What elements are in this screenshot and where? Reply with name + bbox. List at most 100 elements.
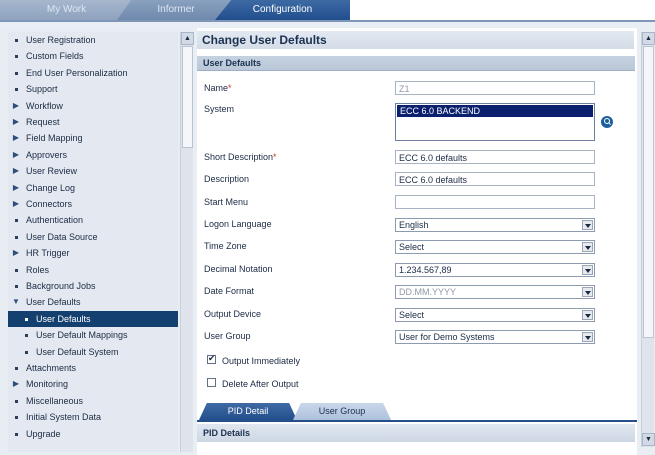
chevron-right-icon[interactable]: ▶ xyxy=(12,245,20,261)
sidebar-item-label: User Registration xyxy=(26,35,96,45)
tab-label: My Work xyxy=(46,4,87,15)
sidebar-item-label: End User Personalization xyxy=(26,67,128,78)
delete-after-output-checkbox[interactable] xyxy=(207,378,216,387)
output-immediately-checkbox[interactable] xyxy=(207,353,216,364)
chevron-right-icon[interactable]: ▶ xyxy=(12,163,20,179)
select-value: Select xyxy=(399,310,425,320)
sidebar-item-label: Miscellaneous xyxy=(26,395,84,406)
search-icon[interactable] xyxy=(601,116,613,128)
sidebar-item[interactable]: ▶ Approvers xyxy=(8,147,178,163)
chevron-right-icon[interactable]: ▶ xyxy=(12,180,20,196)
top-tab-bar: My Work Informer Configuration xyxy=(0,0,655,22)
main-scrollbar[interactable]: ▲ ▼ xyxy=(641,32,655,447)
sidebar-item[interactable]: ▶ Change Log xyxy=(8,180,178,196)
sidebar-item[interactable]: ▶ Workflow xyxy=(8,98,178,114)
sidebar-item[interactable]: Upgrade xyxy=(8,426,178,442)
scroll-down-icon[interactable]: ▼ xyxy=(642,433,655,446)
output-device-select[interactable]: Select xyxy=(395,308,595,322)
sidebar-item[interactable]: User Data Source xyxy=(8,229,178,245)
sidebar-item[interactable]: Custom Fields xyxy=(8,48,178,64)
short-description-label: Short Description* xyxy=(204,152,277,162)
sidebar-item[interactable]: ▶ User Review xyxy=(8,163,178,179)
bullet-icon xyxy=(15,88,18,92)
output-immediately-label: Output Immediately xyxy=(222,356,301,366)
system-option[interactable]: ECC 6.0 BACKEND xyxy=(397,105,593,117)
sidebar-item[interactable]: ▼ User Defaults xyxy=(8,294,178,310)
chevron-right-icon[interactable]: ▶ xyxy=(12,114,20,130)
sidebar-item[interactable]: User Defaults xyxy=(8,310,178,327)
sidebar-item[interactable]: End User Personalization xyxy=(8,65,178,81)
tab-label: Configuration xyxy=(252,4,313,15)
main-scroll-thumb[interactable] xyxy=(643,46,654,338)
sidebar-item[interactable]: ▶ Monitoring xyxy=(8,376,178,392)
chevron-down-icon[interactable] xyxy=(582,332,593,342)
time-zone-select[interactable]: Select xyxy=(395,240,595,254)
sidebar-item[interactable]: Roles xyxy=(8,262,178,278)
tab-pid-detail[interactable]: PID Detail xyxy=(199,403,297,420)
description-field[interactable]: ECC 6.0 defaults xyxy=(395,172,595,186)
bullet-icon xyxy=(15,39,18,42)
bullet-icon xyxy=(15,71,18,75)
sidebar-item-label: User Defaults xyxy=(26,297,81,308)
bullet-icon xyxy=(15,399,18,403)
decimal-notation-select[interactable]: 1.234.567,89 xyxy=(395,263,595,277)
sidebar-item-label: Upgrade xyxy=(26,428,61,439)
scroll-up-icon[interactable]: ▲ xyxy=(181,32,194,45)
main-panel: Change User Defaults User Defaults Name*… xyxy=(197,28,637,455)
short-description-field[interactable]: ECC 6.0 defaults xyxy=(395,150,595,164)
tab-label: Informer xyxy=(157,4,195,15)
chevron-down-icon[interactable] xyxy=(582,265,593,275)
bullet-icon xyxy=(15,55,18,59)
chevron-right-icon[interactable]: ▶ xyxy=(12,376,20,392)
tab-configuration[interactable]: Configuration xyxy=(215,0,350,20)
date-format-label: Date Format xyxy=(204,286,255,296)
chevron-right-icon[interactable]: ▶ xyxy=(12,130,20,146)
scroll-up-icon[interactable]: ▲ xyxy=(642,32,655,45)
sidebar-item[interactable]: User Default Mappings xyxy=(8,327,178,343)
bullet-icon xyxy=(25,317,28,321)
sidebar-scroll-thumb[interactable] xyxy=(182,46,193,148)
chevron-down-icon[interactable]: ▼ xyxy=(12,294,20,310)
tab-user-group[interactable]: User Group xyxy=(293,403,391,420)
description-label: Description xyxy=(204,174,250,184)
chevron-right-icon[interactable]: ▶ xyxy=(12,98,20,114)
sidebar-item-label: Support xyxy=(26,84,58,95)
page-title: Change User Defaults xyxy=(197,31,634,49)
sidebar-item[interactable]: User Default System xyxy=(8,344,178,360)
sidebar-item-label: Attachments xyxy=(26,363,77,373)
sidebar-item-label: Workflow xyxy=(26,100,63,111)
system-listbox[interactable]: ECC 6.0 BACKEND xyxy=(395,103,595,141)
sidebar-item[interactable]: ▶ HR Trigger xyxy=(8,245,178,261)
sidebar-item[interactable]: Authentication xyxy=(8,212,178,228)
sidebar-item[interactable]: ▶ Connectors xyxy=(8,196,178,212)
chevron-right-icon[interactable]: ▶ xyxy=(12,196,20,212)
sidebar-item-label: Roles xyxy=(26,264,50,275)
chevron-down-icon[interactable] xyxy=(582,220,593,230)
start-menu-field[interactable] xyxy=(395,195,595,209)
sidebar-item[interactable]: Background Jobs xyxy=(8,278,178,294)
chevron-down-icon[interactable] xyxy=(582,310,593,320)
sidebar-item[interactable]: User Registration xyxy=(8,32,178,48)
chevron-down-icon[interactable] xyxy=(582,242,593,252)
user-group-label: User Group xyxy=(204,331,251,341)
logon-language-select[interactable]: English xyxy=(395,218,595,232)
tab-my-work[interactable]: My Work xyxy=(0,0,133,20)
sidebar-scrollbar[interactable]: ▲ xyxy=(180,32,194,452)
date-format-select[interactable]: DD.MM.YYYY xyxy=(395,285,595,299)
user-group-select[interactable]: User for Demo Systems xyxy=(395,330,595,344)
select-value: 1.234.567,89 xyxy=(399,265,452,275)
bullet-icon xyxy=(15,416,18,420)
bullet-icon xyxy=(15,268,18,272)
sidebar-item[interactable]: Initial System Data xyxy=(8,409,178,425)
sidebar-item[interactable]: ▶ Request xyxy=(8,114,178,130)
bullet-icon xyxy=(15,235,18,239)
sidebar-item[interactable]: Support xyxy=(8,81,178,97)
chevron-right-icon[interactable]: ▶ xyxy=(12,147,20,163)
name-field[interactable]: Z1 xyxy=(395,81,595,95)
chevron-down-icon[interactable] xyxy=(582,287,593,297)
sidebar-item[interactable]: Miscellaneous xyxy=(8,393,178,409)
detail-tab-strip: PID Detail User Group xyxy=(197,401,637,421)
sidebar-item-label: Monitoring xyxy=(26,379,69,390)
sidebar-item[interactable]: ▶ Field Mapping xyxy=(8,130,178,146)
sidebar-item[interactable]: Attachments xyxy=(8,360,178,376)
